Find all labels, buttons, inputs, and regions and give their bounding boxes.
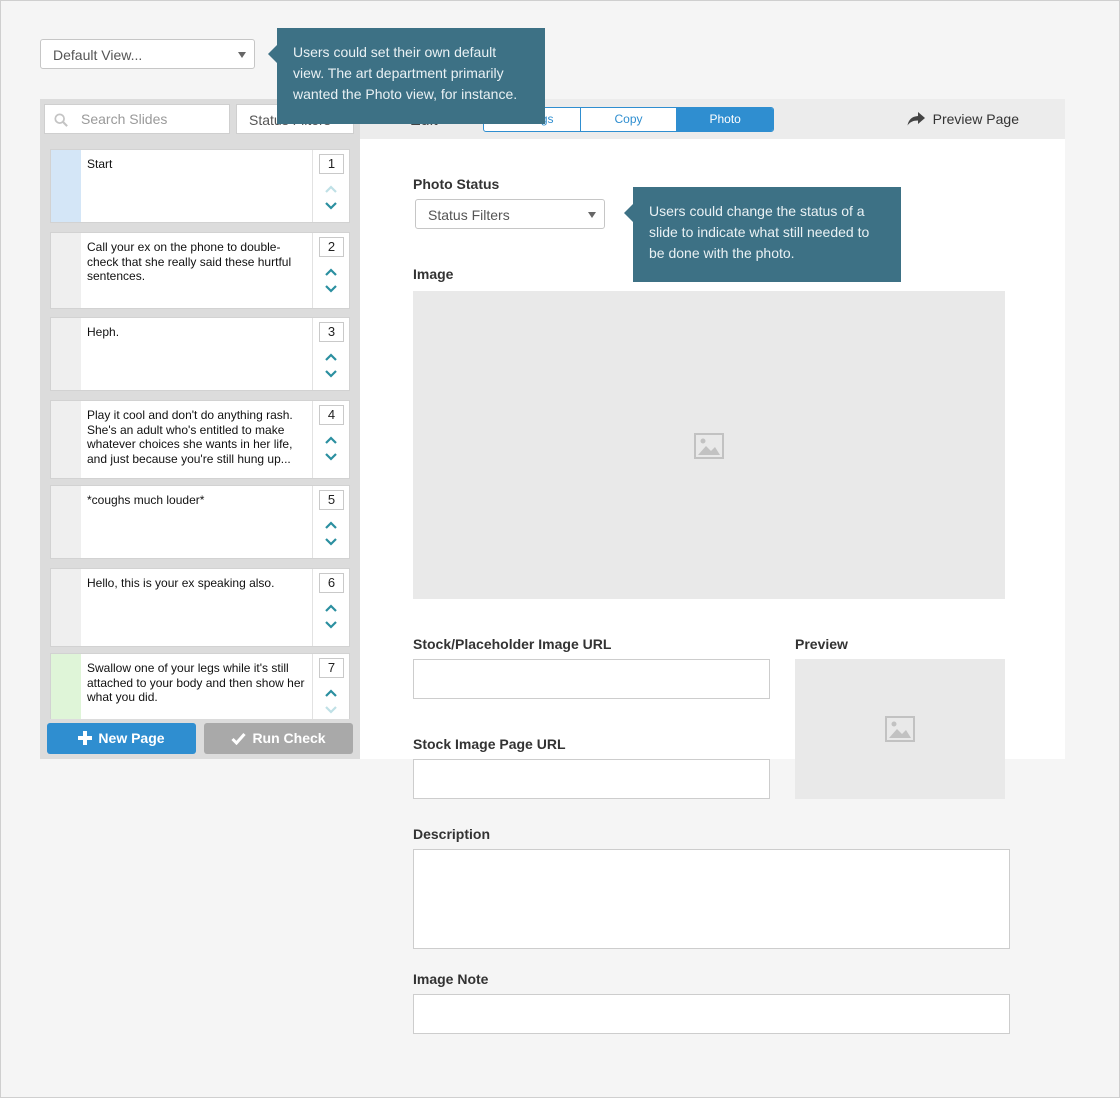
preview-label: Preview (795, 636, 848, 652)
slide-order-controls: 6 (312, 569, 349, 646)
chevron-down-icon[interactable] (324, 620, 338, 630)
slide-text: Swallow one of your legs while it's stil… (87, 661, 305, 704)
chevron-up-icon[interactable] (324, 435, 338, 445)
photo-status-label: Photo Status (413, 176, 500, 192)
slide-list[interactable]: Start 1 Call your ex on the phone to doubl… (50, 149, 350, 719)
chevron-up-icon[interactable] (324, 688, 338, 698)
slide-number-input[interactable]: 6 (319, 573, 344, 593)
slide-status-color (51, 654, 81, 719)
slide-status-color (51, 401, 81, 478)
image-note-input[interactable] (413, 994, 1010, 1034)
tab-photo[interactable]: Photo (677, 108, 773, 131)
slide-status-color (51, 486, 81, 558)
search-box[interactable] (44, 104, 230, 134)
stock-url-label: Stock/Placeholder Image URL (413, 636, 612, 652)
description-label: Description (413, 826, 491, 842)
photo-status-tooltip: Users could change the status of a slide… (624, 187, 901, 282)
slide-item[interactable]: Start 1 (50, 149, 350, 223)
slide-order-controls: 4 (312, 401, 349, 478)
slide-order-controls: 1 (312, 150, 349, 222)
sidebar-actions: New Page Run Check (40, 719, 360, 759)
chevron-up-icon[interactable] (324, 603, 338, 613)
slide-text: Start (87, 157, 113, 171)
stock-url-input[interactable] (413, 659, 770, 699)
slide-item[interactable]: *coughs much louder* 5 (50, 485, 350, 559)
chevron-up-icon[interactable] (324, 184, 338, 194)
slide-item[interactable]: Call your ex on the phone to double-chec… (50, 232, 350, 309)
slide-item[interactable]: Play it cool and don't do anything rash.… (50, 400, 350, 479)
image-placeholder-icon (885, 716, 915, 742)
tab-copy[interactable]: Copy (581, 108, 678, 131)
preview-page-label: Preview Page (932, 111, 1019, 127)
run-check-button[interactable]: Run Check (204, 723, 353, 754)
chevron-down-icon[interactable] (324, 369, 338, 379)
photo-status-select[interactable]: Status Filters (415, 199, 605, 229)
slide-number-input[interactable]: 5 (319, 490, 344, 510)
plus-icon (78, 731, 93, 745)
slide-item[interactable]: Hello, this is your ex speaking also. 6 (50, 568, 350, 647)
slide-order-controls: 5 (312, 486, 349, 558)
slide-text: Play it cool and don't do anything rash.… (87, 408, 293, 466)
slide-status-color (51, 150, 81, 222)
chevron-down-icon[interactable] (324, 201, 338, 211)
slide-text: Call your ex on the phone to double-chec… (87, 240, 292, 283)
new-page-label: New Page (98, 730, 165, 746)
preview-image (795, 659, 1005, 799)
slide-status-color (51, 318, 81, 390)
default-view-label: Default View... (53, 47, 143, 63)
slide-number-input[interactable]: 3 (319, 322, 344, 342)
slide-text: Hello, this is your ex speaking also. (87, 576, 275, 590)
preview-page-button[interactable]: Preview Page (907, 111, 1019, 127)
default-view-tooltip: Users could set their own default view. … (268, 28, 545, 124)
slide-status-color (51, 233, 81, 308)
stock-page-input[interactable] (413, 759, 770, 799)
new-page-button[interactable]: New Page (47, 723, 196, 754)
slide-order-controls: 3 (312, 318, 349, 390)
chevron-down-icon[interactable] (324, 537, 338, 547)
slide-item[interactable]: Swallow one of your legs while it's stil… (50, 653, 350, 719)
chevron-up-icon[interactable] (324, 267, 338, 277)
image-note-label: Image Note (413, 971, 489, 987)
search-input[interactable] (81, 109, 221, 129)
photo-status-value: Status Filters (428, 207, 510, 223)
slide-text: Heph. (87, 325, 120, 339)
caret-down-icon (238, 52, 246, 58)
slide-item[interactable]: Heph. 3 (50, 317, 350, 391)
chevron-up-icon[interactable] (324, 520, 338, 530)
chevron-down-icon[interactable] (324, 452, 338, 462)
share-arrow-icon (907, 112, 925, 126)
slide-number-input[interactable]: 2 (319, 237, 344, 257)
image-dropzone[interactable] (413, 291, 1005, 599)
slides-sidebar: Status Filters Start1Call your ex on the… (40, 99, 360, 759)
slide-order-controls: 7 (312, 654, 349, 719)
chevron-down-icon[interactable] (324, 705, 338, 715)
chevron-down-icon[interactable] (324, 284, 338, 294)
chevron-up-icon[interactable] (324, 352, 338, 362)
slide-order-controls: 2 (312, 233, 349, 308)
description-textarea[interactable] (413, 849, 1010, 949)
slide-number-input[interactable]: 7 (319, 658, 344, 678)
slide-text: *coughs much louder* (87, 493, 205, 507)
default-view-select[interactable]: Default View... (40, 39, 255, 69)
slide-number-input[interactable]: 1 (319, 154, 344, 174)
stock-page-label: Stock Image Page URL (413, 736, 566, 752)
search-icon (54, 113, 68, 127)
caret-down-icon (588, 212, 596, 218)
image-label: Image (413, 266, 454, 282)
run-check-label: Run Check (252, 730, 326, 746)
check-icon (231, 733, 247, 746)
slide-status-color (51, 569, 81, 646)
slide-number-input[interactable]: 4 (319, 405, 344, 425)
image-placeholder-icon (694, 433, 724, 459)
